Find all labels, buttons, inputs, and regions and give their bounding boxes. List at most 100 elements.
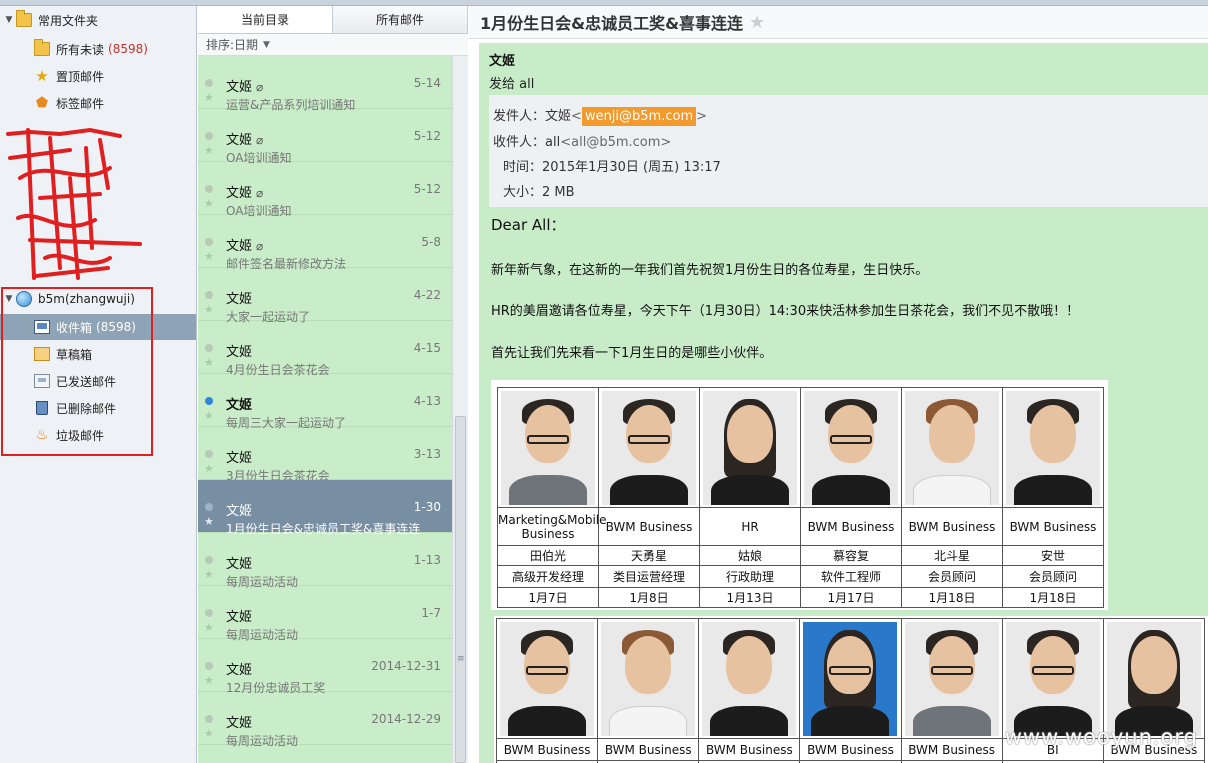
read-dot-icon[interactable] bbox=[205, 715, 213, 723]
message-row[interactable]: ★ 文姬 1-30 1月份生日会&忠诚员工奖&喜事连连 bbox=[198, 480, 452, 536]
staff-dept: BWM Business bbox=[598, 507, 700, 546]
star-icon[interactable]: ★ bbox=[204, 515, 214, 528]
read-dot-icon[interactable] bbox=[205, 662, 213, 670]
star-icon[interactable]: ★ bbox=[204, 568, 214, 581]
paperclip-icon: ⌀ bbox=[256, 186, 264, 200]
from-text: 文姬 bbox=[226, 451, 253, 466]
message-row[interactable]: ★ 文姬 ⌀ 5-8 邮件签名最新修改方法 bbox=[198, 215, 452, 271]
message-row[interactable]: ★ 文姬 4-13 每周三大家一起运动了 bbox=[198, 374, 452, 430]
message-date: 1-13 bbox=[413, 553, 441, 567]
list-scrollbar[interactable]: ≡ bbox=[452, 56, 468, 763]
read-dot-icon[interactable] bbox=[205, 132, 213, 140]
staff-title: 类目运营经理 bbox=[598, 565, 700, 588]
folder-pinned[interactable]: ★ 置顶邮件 bbox=[0, 63, 196, 89]
staff-photo-cell bbox=[1002, 387, 1104, 508]
paragraph-3: 首先让我们先来看一下1月生日的是哪些小伙伴。 bbox=[491, 346, 773, 361]
star-icon[interactable]: ★ bbox=[204, 356, 214, 369]
from-text: 文姬 bbox=[226, 716, 253, 731]
message-row[interactable]: ★ 文姬 1-13 每周运动活动 bbox=[198, 533, 452, 589]
inbox-icon bbox=[34, 320, 50, 334]
folder-pane: ▼ 常用文件夹 所有未读 (8598) ★ 置顶邮件 ⬟ 标签邮件 ▼ b5m(… bbox=[0, 6, 197, 763]
account-globe-icon bbox=[16, 291, 32, 307]
paperclip-icon: ⌀ bbox=[256, 80, 264, 94]
star-icon[interactable]: ★ bbox=[204, 621, 214, 634]
message-row[interactable]: ★ 文姬 2014-12-29 每周运动活动 bbox=[198, 692, 452, 748]
star-icon[interactable]: ★ bbox=[204, 462, 214, 475]
scrollbar-thumb[interactable] bbox=[455, 416, 466, 763]
message-row[interactable]: ★ 文姬 4-22 大家一起运动了 bbox=[198, 268, 452, 324]
message-from: 文姬 bbox=[226, 606, 252, 625]
folder-deleted[interactable]: 已删除邮件 bbox=[0, 395, 196, 421]
staff-photo-cell bbox=[597, 618, 700, 739]
meta-label: 大小： bbox=[503, 185, 543, 200]
sender-name[interactable]: 文姬 bbox=[489, 50, 515, 69]
staff-table-1: Marketing&Mobile Business BWM Business HR B… bbox=[497, 387, 1104, 608]
collapse-arrow-icon[interactable]: ▼ bbox=[4, 15, 14, 25]
folder-label: 垃圾邮件 bbox=[56, 428, 105, 443]
star-icon[interactable]: ★ bbox=[204, 409, 214, 422]
staff-name: 安世 bbox=[1002, 545, 1104, 566]
staff-name: 姑娘 bbox=[699, 545, 801, 566]
folder-drafts[interactable]: 草稿箱 bbox=[0, 341, 196, 367]
message-row[interactable]: ★ 文姬 4-15 4月份生日会茶花会 bbox=[198, 321, 452, 377]
tab-all-mail[interactable]: 所有邮件 bbox=[333, 6, 468, 33]
unread-dot-icon[interactable] bbox=[205, 397, 213, 405]
message-row[interactable]: ★ 文姬 ⌀ 5-12 OA培训通知 bbox=[198, 162, 452, 218]
from-text: 文姬 bbox=[226, 557, 253, 572]
read-dot-icon[interactable] bbox=[205, 556, 213, 564]
message-row[interactable]: ★ 文姬 1-7 每周运动活动 bbox=[198, 586, 452, 642]
spam-flame-icon: ♨ bbox=[35, 427, 49, 443]
folder-icon bbox=[16, 10, 32, 27]
folder-tagged[interactable]: ⬟ 标签邮件 bbox=[0, 90, 196, 116]
message-from: 文姬 bbox=[226, 288, 252, 307]
message-date: 4-22 bbox=[413, 288, 441, 302]
read-dot-icon[interactable] bbox=[205, 450, 213, 458]
read-dot-icon[interactable] bbox=[205, 503, 213, 511]
read-dot-icon[interactable] bbox=[205, 344, 213, 352]
message-row[interactable]: ★ 文姬 3-13 3月份生日会茶花会 bbox=[198, 427, 452, 483]
staff-photo-cell bbox=[1001, 618, 1104, 739]
folder-group-account[interactable]: ▼ b5m(zhangwuji) bbox=[0, 286, 196, 312]
to-email[interactable]: all@b5m.com bbox=[571, 135, 660, 150]
message-row[interactable]: ★ 文姬 ⌀ 5-14 运营&产品系列培训通知 bbox=[198, 56, 452, 112]
read-dot-icon[interactable] bbox=[205, 609, 213, 617]
sent-to: 发给 all bbox=[489, 77, 535, 92]
collapse-arrow-icon[interactable]: ▼ bbox=[4, 294, 14, 304]
staff-birthday: 1月8日 bbox=[598, 587, 700, 608]
staff-dept: BWM Business bbox=[495, 738, 599, 761]
staff-photo-cell bbox=[901, 387, 1003, 508]
staff-photo-cell bbox=[799, 618, 902, 739]
folder-inbox[interactable]: 收件箱 (8598) bbox=[0, 314, 196, 340]
star-icon[interactable]: ★ bbox=[204, 727, 214, 740]
star-icon[interactable]: ★ bbox=[749, 12, 765, 33]
message-row[interactable]: ★ 文姬 2014-12-31 12月份忠诚员工奖 bbox=[198, 639, 452, 695]
star-icon[interactable]: ★ bbox=[204, 674, 214, 687]
message-list: ★ 文姬 ⌀ 5-14 运营&产品系列培训通知 ★ 文姬 ⌀ 5-12 OA培训通知 ★ 文姬 ⌀ 5-1… bbox=[198, 56, 452, 763]
folder-spam[interactable]: ♨ 垃圾邮件 bbox=[0, 422, 196, 448]
staff-photo-cell bbox=[497, 387, 599, 508]
message-row[interactable]: ★ 文姬 ⌀ 5-12 OA培训通知 bbox=[198, 109, 452, 165]
sort-dropdown[interactable]: 排序:日期 ▼ bbox=[198, 34, 468, 56]
message-date: 5-14 bbox=[413, 76, 441, 90]
message-date: 2014-12-31 bbox=[371, 659, 441, 673]
to-name[interactable]: all bbox=[545, 135, 560, 150]
read-dot-icon[interactable] bbox=[205, 79, 213, 87]
star-icon[interactable]: ★ bbox=[204, 91, 214, 104]
redaction-scribble bbox=[6, 128, 142, 280]
star-icon[interactable]: ★ bbox=[204, 144, 214, 157]
read-dot-icon[interactable] bbox=[205, 238, 213, 246]
folder-group-common[interactable]: ▼ 常用文件夹 bbox=[0, 7, 196, 33]
read-dot-icon[interactable] bbox=[205, 291, 213, 299]
paragraph-1: 新年新气象，在这新的一年我们首先祝贺1月份生日的各位寿星，生日快乐。 bbox=[491, 263, 929, 278]
star-icon[interactable]: ★ bbox=[204, 197, 214, 210]
message-date: 1-30 bbox=[413, 500, 441, 514]
meta-label: 时间： bbox=[503, 160, 543, 175]
star-icon[interactable]: ★ bbox=[204, 250, 214, 263]
read-dot-icon[interactable] bbox=[205, 185, 213, 193]
from-email[interactable]: wenji@b5m.com bbox=[581, 107, 697, 126]
tab-current-folder[interactable]: 当前目录 bbox=[198, 6, 333, 33]
folder-all-unread[interactable]: 所有未读 (8598) bbox=[0, 36, 196, 62]
from-name[interactable]: 文姬 bbox=[545, 109, 571, 124]
folder-sent[interactable]: 已发送邮件 bbox=[0, 368, 196, 394]
star-icon[interactable]: ★ bbox=[204, 303, 214, 316]
